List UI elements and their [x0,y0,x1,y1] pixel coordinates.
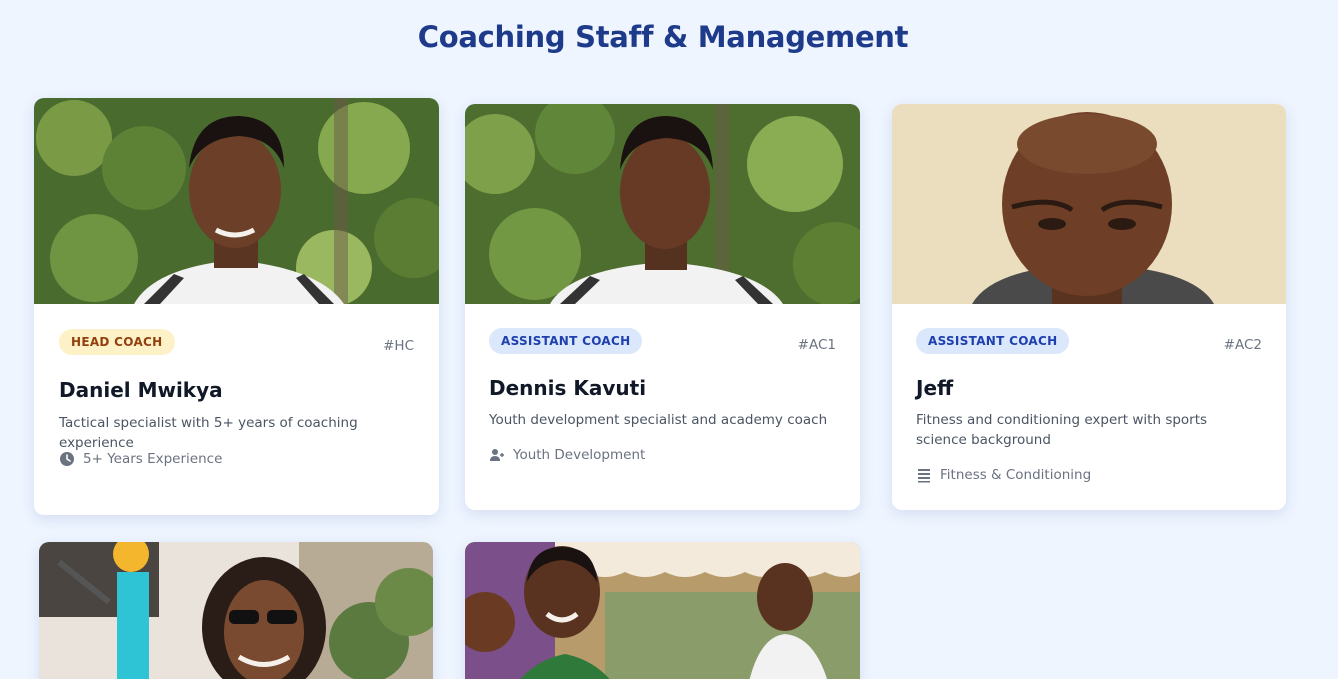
staff-name: Jeff [916,376,954,400]
staff-code: #AC1 [797,337,836,353]
staff-description: Tactical specialist with 5+ years of coa… [59,415,358,451]
clock-icon [59,451,75,467]
staff-meta-label: Youth Development [513,447,646,463]
page-title: Coaching Staff & Management [417,20,909,54]
staff-meta-label: Fitness & Conditioning [940,467,1092,483]
role-badge: ASSISTANT COACH [489,328,643,354]
user-plus-icon [489,447,505,463]
staff-photo [39,542,433,679]
staff-name: Daniel Mwikya [59,378,223,402]
staff-card-jeff[interactable]: ASSISTANT COACH #AC2 Jeff Fitness and co… [892,104,1286,510]
staff-meta-label: 5+ Years Experience [83,451,223,467]
staff-photo [465,104,860,304]
list-icon [916,467,932,483]
staff-card-daniel[interactable]: HEAD COACH #HC Daniel Mwikya Tactical sp… [34,98,439,515]
staff-code: #AC2 [1223,337,1262,353]
staff-card-dennis[interactable]: ASSISTANT COACH #AC1 Dennis Kavuti Youth… [465,104,860,510]
staff-description: Fitness and conditioning expert with spo… [916,412,1208,448]
staff-meta: 5+ Years Experience [59,451,222,467]
staff-description: Youth development specialist and academy… [489,412,828,428]
role-badge: HEAD COACH [59,329,175,355]
role-badge: ASSISTANT COACH [916,328,1070,354]
staff-code: #HC [383,338,414,354]
staff-card-5[interactable] [465,542,860,679]
staff-name: Dennis Kavuti [489,376,647,400]
staff-card-4[interactable] [39,542,433,679]
staff-meta: Youth Development [489,447,645,463]
staff-photo [465,542,860,679]
staff-meta: Fitness & Conditioning [916,467,1091,483]
staff-photo [892,104,1286,304]
staff-page: Coaching Staff & Management HEAD COACH #… [0,0,1338,679]
staff-photo [34,98,439,304]
